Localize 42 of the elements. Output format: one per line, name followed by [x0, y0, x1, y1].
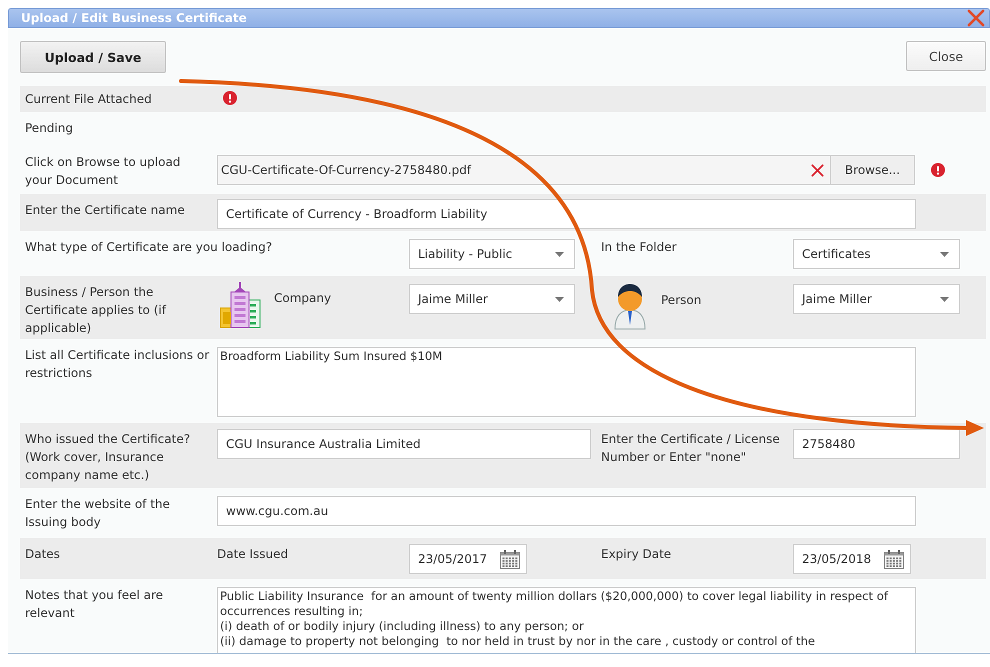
- field-label: What type of Certificate are you loading?: [25, 239, 274, 256]
- text-field[interactable]: CGU Insurance Australia Limited: [217, 429, 591, 459]
- field-label: Enter the Certificate / License Number or Enter "none": [601, 431, 781, 466]
- field-label: Notes that you feel are relevant: [25, 587, 164, 622]
- dropdown[interactable]: Certificates: [793, 239, 960, 269]
- field-label: Pending: [25, 120, 74, 137]
- field-label: Business / Person the Certificate applies to (if applicable): [25, 284, 168, 337]
- field-label: In the Folder: [601, 239, 678, 256]
- field-label: Expiry Date: [601, 546, 672, 563]
- text-area[interactable]: Public Liability Insurance for an amount of twenty million dollars ($20,000,000) to cover legal liability in respect of occurrences resulting in; (i) death of or bodily injury (including illness) to any person; or (ii) damage to property not belonging to nor held in trust by nor in the care , custody or control of the: [217, 587, 916, 653]
- field-label: Who issued the Certificate? (Work cover, Insurance company name etc.): [25, 431, 192, 484]
- caret-icon: [555, 252, 564, 256]
- text-field[interactable]: Certificate of Currency - Broadform Liability: [217, 199, 916, 229]
- field-label: Enter the Certificate name: [25, 202, 186, 219]
- dropdown[interactable]: Jaime Miller: [409, 284, 575, 314]
- calendar-icon[interactable]: [500, 550, 520, 568]
- field-label: Company: [274, 290, 332, 307]
- field-label: Person: [661, 292, 702, 309]
- close-button[interactable]: Close: [906, 41, 986, 71]
- field-label: Current File Attached: [25, 91, 153, 108]
- field-label: Click on Browse to upload your Document: [25, 154, 182, 189]
- upload-save-button[interactable]: Upload / Save: [20, 41, 166, 73]
- caret-icon: [940, 296, 949, 302]
- error-icon: [931, 163, 945, 177]
- date-field[interactable]: 23/05/2018: [793, 544, 911, 574]
- error-icon: [223, 91, 237, 105]
- field-label: List all Certificate inclusions or restrictions: [25, 347, 210, 382]
- text-area[interactable]: Broadform Liability Sum Insured $10M: [217, 347, 916, 417]
- buildings-icon: [220, 282, 262, 328]
- text-field[interactable]: www.cgu.com.au: [217, 496, 916, 526]
- calendar-icon[interactable]: [884, 550, 904, 568]
- dialog-title: Upload / Edit Business Certificate: [21, 11, 247, 25]
- date-field[interactable]: 23/05/2017: [409, 544, 527, 574]
- caret-icon: [940, 252, 949, 256]
- field-label: Dates: [25, 546, 61, 563]
- caret-icon: [555, 296, 564, 302]
- close-icon: [967, 9, 985, 27]
- field-label: Enter the website of the Issuing body: [25, 496, 171, 531]
- field-label: Date Issued: [217, 546, 290, 563]
- text-field[interactable]: 2758480: [793, 429, 960, 459]
- dropdown[interactable]: Liability - Public: [409, 239, 575, 269]
- dropdown[interactable]: Jaime Miller: [793, 284, 960, 314]
